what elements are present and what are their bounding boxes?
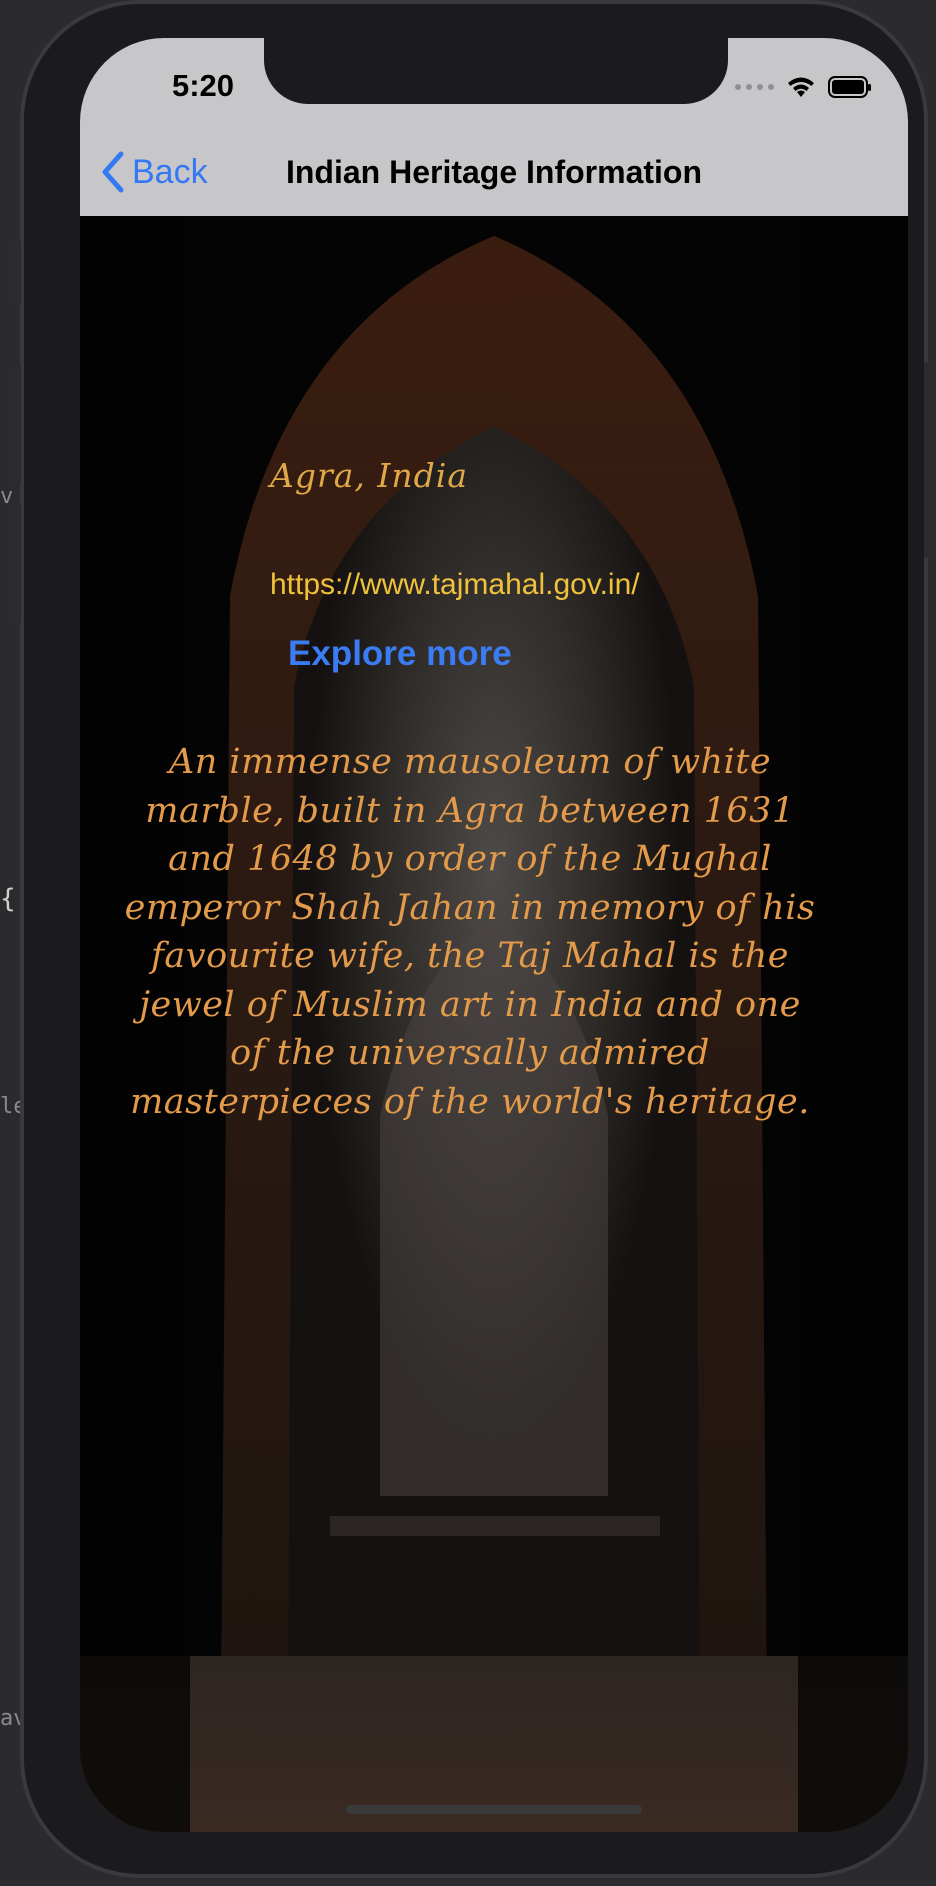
- editor-code-fragment: {: [0, 884, 16, 914]
- page-title: Indian Heritage Information: [285, 154, 703, 190]
- heritage-location: Agra, India: [270, 456, 469, 495]
- wifi-icon: [788, 77, 814, 97]
- navigation-bar: 5:20 Back Indian Heritage Information: [80, 38, 908, 216]
- heritage-website-link[interactable]: https://www.tajmahal.gov.in/: [270, 568, 640, 602]
- explore-more-button[interactable]: Explore more: [288, 634, 512, 674]
- heritage-content: Agra, India https://www.tajmahal.gov.in/…: [80, 216, 908, 1832]
- power-button: [924, 362, 933, 558]
- status-icons: [735, 72, 872, 102]
- volume-down-button: [12, 502, 21, 624]
- mute-switch: [12, 240, 21, 306]
- phone-device-frame: Agra, India https://www.tajmahal.gov.in/…: [12, 0, 933, 1878]
- battery-icon: [828, 76, 871, 98]
- phone-screen: Agra, India https://www.tajmahal.gov.in/…: [80, 38, 908, 1832]
- heritage-description: An immense mausoleum of white marble, bu…: [124, 742, 816, 1122]
- cellular-signal-icon: [735, 84, 774, 90]
- volume-up-button: [12, 364, 21, 486]
- status-time: 5:20: [171, 68, 235, 103]
- device-notch: [264, 38, 728, 104]
- home-indicator[interactable]: [346, 1805, 642, 1814]
